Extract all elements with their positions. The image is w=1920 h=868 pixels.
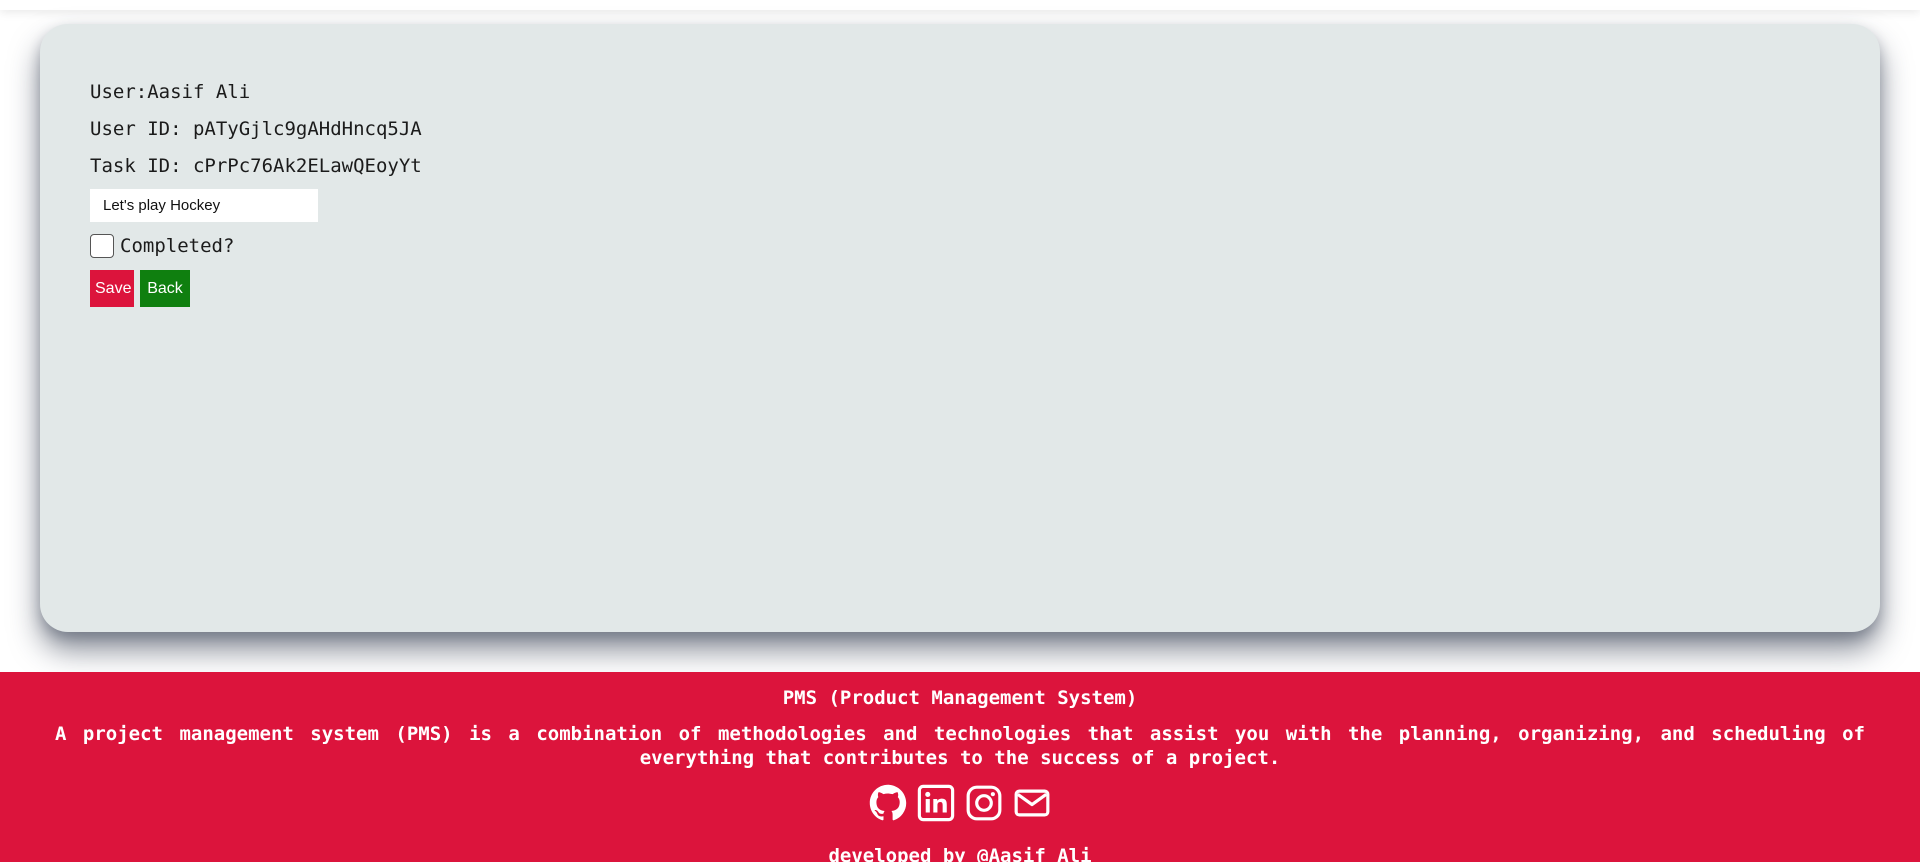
- task-title-input[interactable]: [90, 189, 318, 222]
- save-button[interactable]: Save: [90, 270, 134, 307]
- github-icon[interactable]: [869, 784, 907, 822]
- completed-label: Completed?: [120, 235, 235, 257]
- completed-checkbox[interactable]: [90, 234, 114, 258]
- footer-title: PMS (Product Management System): [782, 687, 1138, 709]
- footer-credit: developed by @Aasif Ali: [828, 845, 1092, 867]
- instagram-icon[interactable]: [965, 784, 1003, 822]
- task-edit-form: User:Aasif Ali User ID: pATyGjlc9gAHdHnc…: [90, 74, 422, 307]
- back-button[interactable]: Back: [140, 270, 190, 307]
- site-footer: PMS (Product Management System) A projec…: [0, 672, 1920, 867]
- linkedin-icon[interactable]: [917, 784, 955, 822]
- user-id-text: User ID: pATyGjlc9gAHdHncq5JA: [90, 118, 422, 140]
- social-links: [0, 784, 1920, 824]
- mail-icon[interactable]: [1013, 784, 1051, 822]
- header-shadow: [0, 0, 1920, 10]
- footer-description: A project management system (PMS) is a c…: [55, 723, 1865, 769]
- task-id-text: Task ID: cPrPc76Ak2ELawQEoyYt: [90, 155, 422, 177]
- user-name-text: User:Aasif Ali: [90, 81, 251, 103]
- action-buttons: Save Back: [90, 270, 422, 307]
- completed-row: Completed?: [90, 233, 422, 259]
- task-edit-card: User:Aasif Ali User ID: pATyGjlc9gAHdHnc…: [40, 24, 1880, 632]
